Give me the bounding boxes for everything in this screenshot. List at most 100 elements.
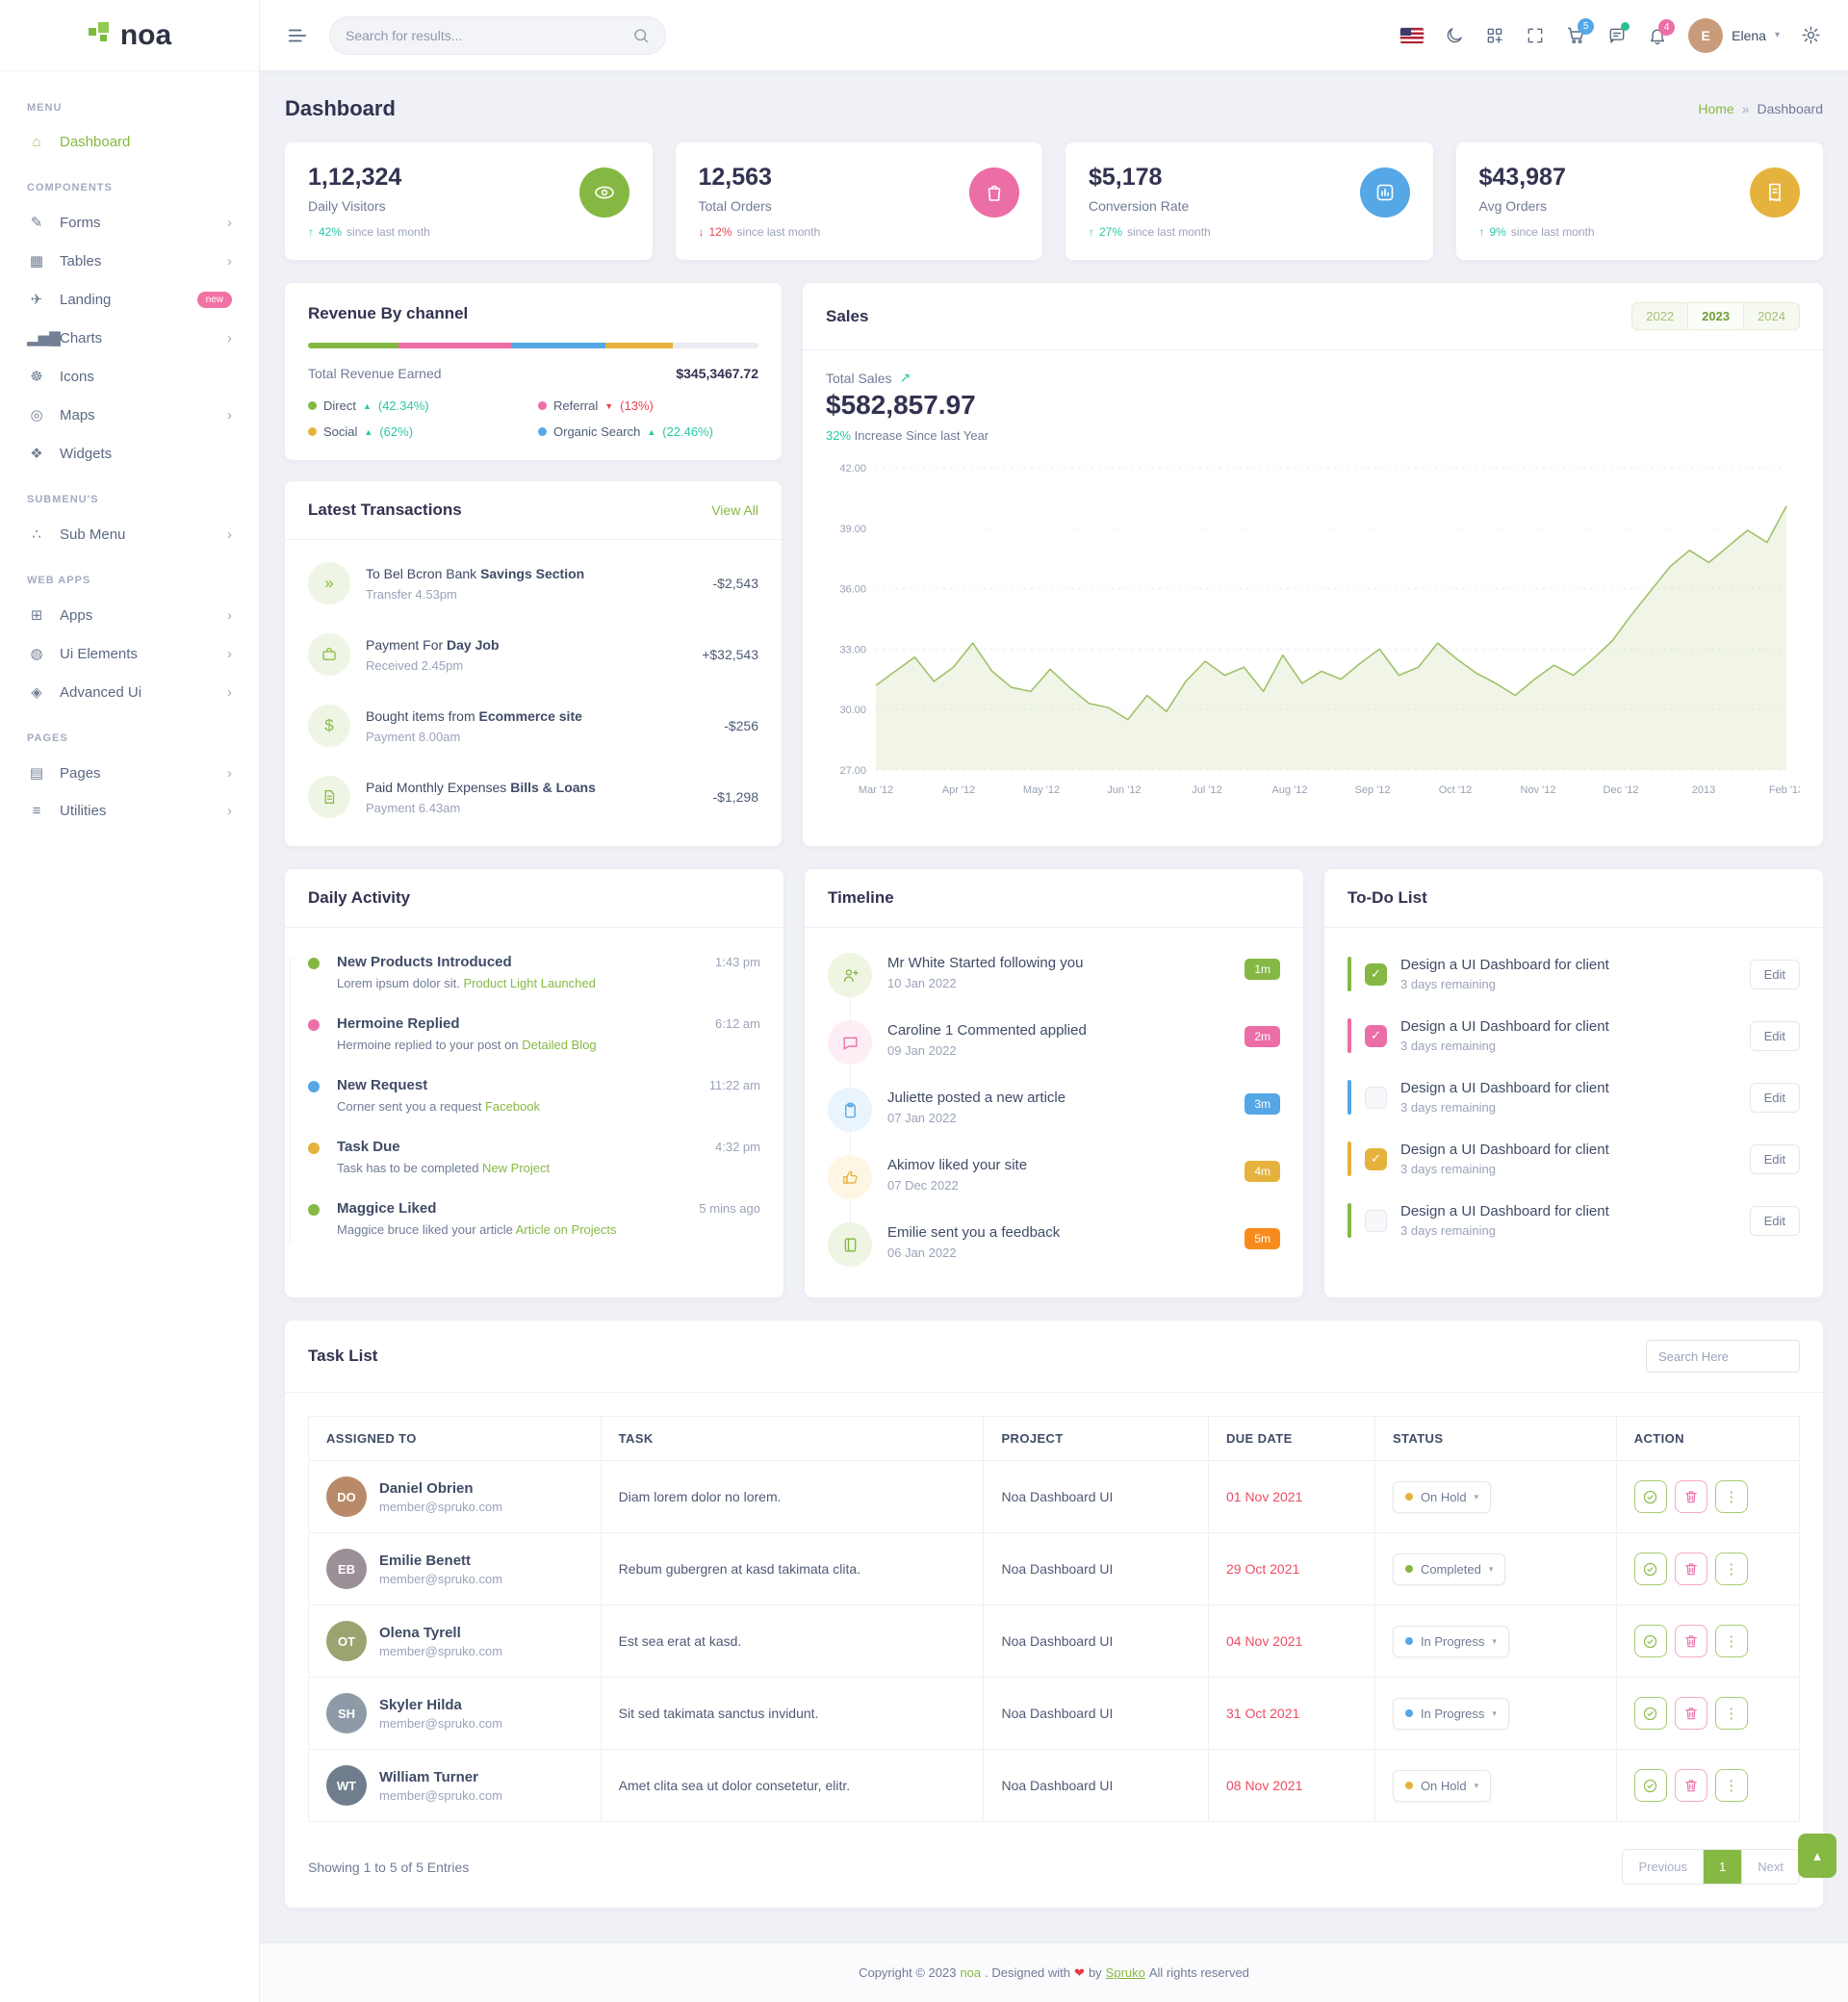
edit-button[interactable]: Edit [1750, 1144, 1800, 1174]
legend-label: Direct [323, 398, 356, 413]
approve-button[interactable] [1634, 1480, 1667, 1513]
more-options-button[interactable]: ⋮ [1715, 1553, 1748, 1585]
apps-grid-icon[interactable] [1485, 26, 1504, 45]
approve-button[interactable] [1634, 1553, 1667, 1585]
time-badge: 2m [1245, 1026, 1280, 1047]
more-options-button[interactable]: ⋮ [1715, 1480, 1748, 1513]
scroll-to-top-button[interactable]: ▲ [1798, 1834, 1836, 1878]
todo-checkbox[interactable]: ✓ [1365, 1025, 1387, 1047]
sidebar-item[interactable]: ◈ Advanced Ui › [0, 673, 259, 711]
fullscreen-icon[interactable] [1526, 26, 1545, 45]
daily-activity-title: Daily Activity [308, 888, 410, 908]
more-options-button[interactable]: ⋮ [1715, 1625, 1748, 1657]
chevron-right-icon: › [227, 407, 232, 424]
revenue-segment [308, 343, 398, 348]
sidebar-item[interactable]: ☸ Icons [0, 357, 259, 396]
stat-delta-note: since last month [1127, 225, 1211, 239]
status-dropdown[interactable]: Completed ▾ [1393, 1553, 1505, 1585]
todo-item-title: Design a UI Dashboard for client [1400, 1142, 1736, 1158]
delete-button[interactable] [1675, 1769, 1707, 1802]
activity-link[interactable]: Article on Projects [516, 1222, 617, 1237]
sidebar-item[interactable]: ◍ Ui Elements › [0, 634, 259, 673]
pagination-next[interactable]: Next [1742, 1850, 1799, 1884]
sidebar-item[interactable]: ∴ Sub Menu › [0, 515, 259, 553]
assignee-name: Olena Tyrell [379, 1625, 502, 1641]
transaction-text: Payment For [366, 637, 447, 653]
activity-item: Maggice Liked 5 mins ago Maggice bruce l… [308, 1188, 760, 1249]
delete-button[interactable] [1675, 1480, 1707, 1513]
user-menu[interactable]: E Elena ▾ [1688, 18, 1780, 53]
search-input[interactable] [346, 28, 623, 43]
edit-button[interactable]: Edit [1750, 1083, 1800, 1113]
sidebar-item[interactable]: ✎ Forms › [0, 203, 259, 242]
sidebar-item[interactable]: ❖ Widgets [0, 434, 259, 473]
activity-time: 11:22 am [709, 1078, 760, 1092]
project-cell: Noa Dashboard UI [983, 1750, 1208, 1821]
task-cell: Amet clita sea ut dolor consetetur, elit… [601, 1750, 984, 1821]
activity-link[interactable]: Detailed Blog [522, 1038, 596, 1052]
sidebar-item-label: Dashboard [60, 134, 232, 150]
messages-icon[interactable] [1607, 26, 1627, 45]
delete-button[interactable] [1675, 1625, 1707, 1657]
year-2022-button[interactable]: 2022 [1632, 303, 1688, 329]
sidebar-item[interactable]: ▂▅▇ Charts › [0, 319, 259, 357]
activity-item: Task Due 4:32 pm Task has to be complete… [308, 1126, 760, 1188]
edit-button[interactable]: Edit [1750, 1206, 1800, 1236]
sidebar-item[interactable]: ▤ Pages › [0, 754, 259, 792]
todo-checkbox[interactable] [1365, 1087, 1387, 1109]
todo-checkbox[interactable]: ✓ [1365, 1148, 1387, 1170]
settings-gear-icon[interactable] [1801, 25, 1821, 45]
time-badge: 1m [1245, 959, 1280, 980]
view-all-link[interactable]: View All [711, 502, 758, 518]
brand-logo[interactable]: noa [0, 0, 259, 71]
activity-time: 4:32 pm [715, 1140, 760, 1154]
todo-item-title: Design a UI Dashboard for client [1400, 1018, 1736, 1035]
sidebar-item[interactable]: ✈ Landing new [0, 280, 259, 319]
sidebar-item-label: Advanced Ui [60, 684, 214, 701]
col-header-due: DUE DATE [1208, 1417, 1374, 1460]
table-body: DO Daniel Obrien member@spruko.com Diam … [309, 1460, 1799, 1821]
sidebar-item[interactable]: ≡ Utilities › [0, 792, 259, 830]
sidebar-item[interactable]: ◎ Maps › [0, 396, 259, 434]
sidebar-item[interactable]: ⌂ Dashboard [0, 123, 259, 161]
task-search-input[interactable] [1646, 1340, 1800, 1373]
delete-button[interactable] [1675, 1553, 1707, 1585]
approve-button[interactable] [1634, 1769, 1667, 1802]
project-cell: Noa Dashboard UI [983, 1605, 1208, 1677]
activity-link[interactable]: Product Light Launched [464, 976, 596, 990]
cart-icon[interactable]: 5 [1566, 25, 1586, 45]
timeline-item: Akimov liked your site 07 Dec 2022 4m [828, 1143, 1280, 1211]
status-dropdown[interactable]: On Hold ▾ [1393, 1481, 1491, 1513]
status-dropdown[interactable]: In Progress ▾ [1393, 1698, 1509, 1730]
dark-mode-icon[interactable] [1445, 26, 1464, 45]
breadcrumb-home[interactable]: Home [1698, 101, 1733, 116]
sidebar-item[interactable]: ▦ Tables › [0, 242, 259, 280]
footer-designer-link[interactable]: Spruko [1106, 1965, 1145, 1980]
edit-button[interactable]: Edit [1750, 960, 1800, 989]
more-options-button[interactable]: ⋮ [1715, 1697, 1748, 1730]
approve-button[interactable] [1634, 1697, 1667, 1730]
todo-checkbox[interactable] [1365, 1210, 1387, 1232]
activity-link[interactable]: Facebook [485, 1099, 540, 1114]
pagination-previous[interactable]: Previous [1623, 1850, 1704, 1884]
assignee-email: member@spruko.com [379, 1788, 502, 1803]
year-2023-button[interactable]: 2023 [1688, 303, 1744, 329]
todo-checkbox[interactable]: ✓ [1365, 963, 1387, 986]
todo-item-remaining: 3 days remaining [1400, 1162, 1736, 1176]
language-flag-icon[interactable] [1400, 28, 1424, 43]
delete-button[interactable] [1675, 1697, 1707, 1730]
menu-toggle-icon[interactable] [287, 25, 308, 46]
more-options-button[interactable]: ⋮ [1715, 1769, 1748, 1802]
edit-button[interactable]: Edit [1750, 1021, 1800, 1051]
dollar-icon: $ [308, 705, 350, 747]
activity-link[interactable]: New Project [482, 1161, 550, 1175]
approve-button[interactable] [1634, 1625, 1667, 1657]
pagination-page-1[interactable]: 1 [1704, 1850, 1742, 1884]
status-dropdown[interactable]: On Hold ▾ [1393, 1770, 1491, 1802]
search-icon[interactable] [632, 27, 650, 44]
notifications-bell-icon[interactable]: 4 [1648, 26, 1667, 45]
status-dropdown[interactable]: In Progress ▾ [1393, 1626, 1509, 1657]
year-2024-button[interactable]: 2024 [1744, 303, 1799, 329]
sidebar-item[interactable]: ⊞ Apps › [0, 596, 259, 634]
footer-text: All rights reserved [1149, 1965, 1249, 1980]
